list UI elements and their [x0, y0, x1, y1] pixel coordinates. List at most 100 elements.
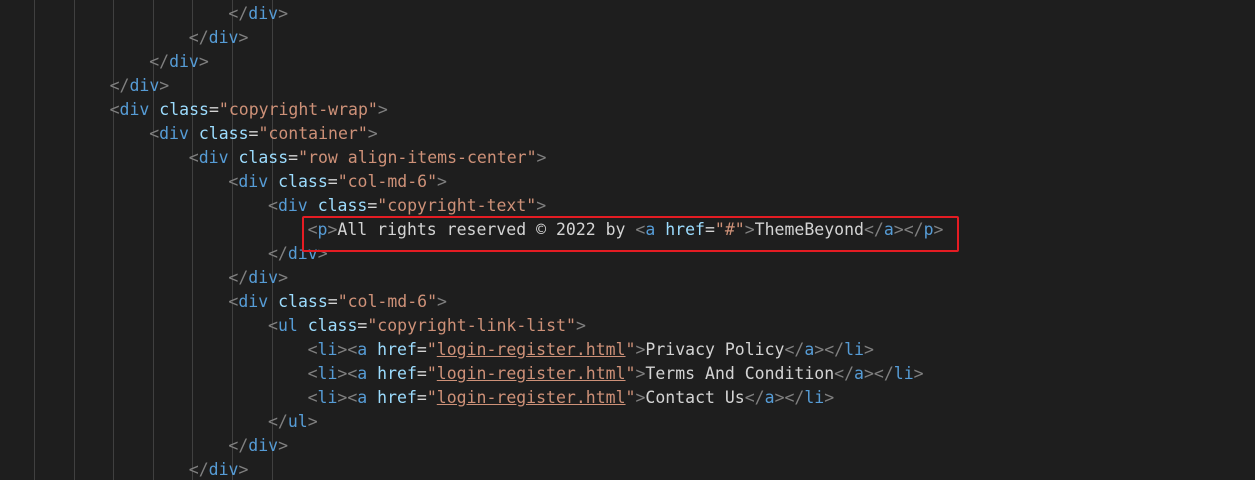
indent-guide-line — [272, 0, 273, 480]
code-token: a — [357, 388, 368, 407]
code-token: div — [208, 28, 239, 47]
code-token: li — [317, 388, 338, 407]
code-token: = — [416, 388, 427, 407]
code-line[interactable]: <div class="copyright-text"> — [268, 194, 546, 218]
code-token: a — [804, 340, 815, 359]
code-token: " — [426, 340, 437, 359]
code-token: < — [307, 388, 318, 407]
code-token: >< — [337, 388, 358, 407]
code-token: href — [377, 364, 417, 383]
code-token: > — [863, 340, 874, 359]
code-line[interactable]: <li><a href="login-register.html">Privac… — [308, 338, 874, 362]
code-line[interactable]: <div class="col-md-6"> — [228, 170, 447, 194]
code-token: class — [159, 100, 209, 119]
code-token: Privacy Policy — [645, 340, 785, 359]
code-token: = — [367, 196, 378, 215]
code-token: li — [893, 364, 914, 383]
code-line[interactable]: </div> — [228, 2, 288, 26]
code-editor[interactable]: </div> </div> </div> </div> <div class="copy… — [0, 0, 1255, 480]
code-token: "copyright-link-list" — [367, 316, 576, 335]
code-token: " — [625, 340, 636, 359]
code-token: < — [268, 196, 278, 215]
code-line[interactable]: <div class="row align-items-center"> — [189, 146, 547, 170]
code-token: </ — [744, 388, 765, 407]
code-token: div — [248, 436, 279, 455]
code-line[interactable]: <li><a href="login-register.html">Terms … — [308, 362, 924, 386]
code-token: div — [248, 268, 279, 287]
highlight-box — [301, 216, 960, 252]
code-token: </ — [268, 244, 288, 263]
code-token: div — [119, 100, 150, 119]
code-token: > — [575, 316, 586, 335]
code-line[interactable]: <div class="col-md-6"> — [228, 290, 447, 314]
code-token: > — [238, 460, 249, 479]
code-token: < — [228, 292, 239, 311]
code-token: > — [278, 4, 289, 23]
code-token: ></ — [814, 340, 845, 359]
code-line[interactable]: </div> — [110, 74, 170, 98]
code-token: div — [277, 196, 308, 215]
code-line[interactable]: <ul class="copyright-link-list"> — [268, 314, 586, 338]
code-token: class — [278, 292, 328, 311]
code-token: > — [437, 292, 447, 311]
code-line[interactable]: <div class="container"> — [149, 122, 378, 146]
code-token: a — [357, 364, 368, 383]
code-line[interactable]: <li><a href="login-register.html">Contac… — [308, 386, 835, 410]
code-token: > — [307, 412, 318, 431]
code-token: </ — [268, 412, 288, 431]
code-token: </ — [188, 460, 209, 479]
code-token: li — [844, 340, 864, 359]
code-token: </ — [109, 76, 130, 95]
code-line[interactable]: </ul> — [268, 410, 318, 434]
code-token: Contact Us — [645, 388, 745, 407]
code-token: li — [317, 340, 338, 359]
code-token: class — [198, 124, 249, 143]
code-token: </ — [834, 364, 855, 383]
code-token: class — [238, 148, 289, 167]
code-line[interactable]: </div> — [228, 266, 288, 290]
code-token: = — [327, 292, 338, 311]
code-token: > — [238, 28, 249, 47]
code-token: a — [854, 364, 864, 383]
code-line[interactable]: </div> — [189, 26, 249, 50]
code-token: div — [169, 52, 199, 71]
code-token: div — [159, 124, 189, 143]
code-token: ></ — [774, 388, 805, 407]
code-token: < — [307, 340, 318, 359]
code-token: = — [208, 100, 219, 119]
code-token: > — [367, 124, 378, 143]
code-token: ul — [287, 412, 308, 431]
indent-guide-line — [74, 0, 75, 480]
code-token: > — [536, 148, 547, 167]
code-token: > — [437, 172, 447, 191]
code-token: "copyright-text" — [377, 196, 537, 215]
code-token: class — [278, 172, 328, 191]
code-token: = — [288, 148, 299, 167]
code-token: "row align-items-center" — [298, 148, 537, 167]
code-token: > — [377, 100, 388, 119]
code-token: li — [804, 388, 825, 407]
indent-guide-line — [34, 0, 35, 480]
code-token: > — [536, 196, 547, 215]
code-token: < — [109, 100, 120, 119]
code-token: < — [307, 364, 318, 383]
code-token: li — [317, 364, 338, 383]
code-token: > — [824, 388, 835, 407]
code-line[interactable]: </div> — [149, 50, 209, 74]
code-token: class — [307, 316, 358, 335]
code-token: </ — [149, 52, 170, 71]
code-token: login-register.html — [436, 388, 626, 407]
code-token: Terms And Condition — [645, 364, 835, 383]
code-token: " — [625, 388, 636, 407]
code-token: " — [426, 364, 437, 383]
code-token: " — [625, 364, 636, 383]
code-token: "container" — [258, 124, 368, 143]
code-token: < — [228, 172, 239, 191]
code-line[interactable]: </div> — [189, 458, 249, 480]
code-token: </ — [228, 268, 249, 287]
code-line[interactable]: </div> — [228, 434, 288, 458]
code-line[interactable]: <div class="copyright-wrap"> — [110, 98, 388, 122]
